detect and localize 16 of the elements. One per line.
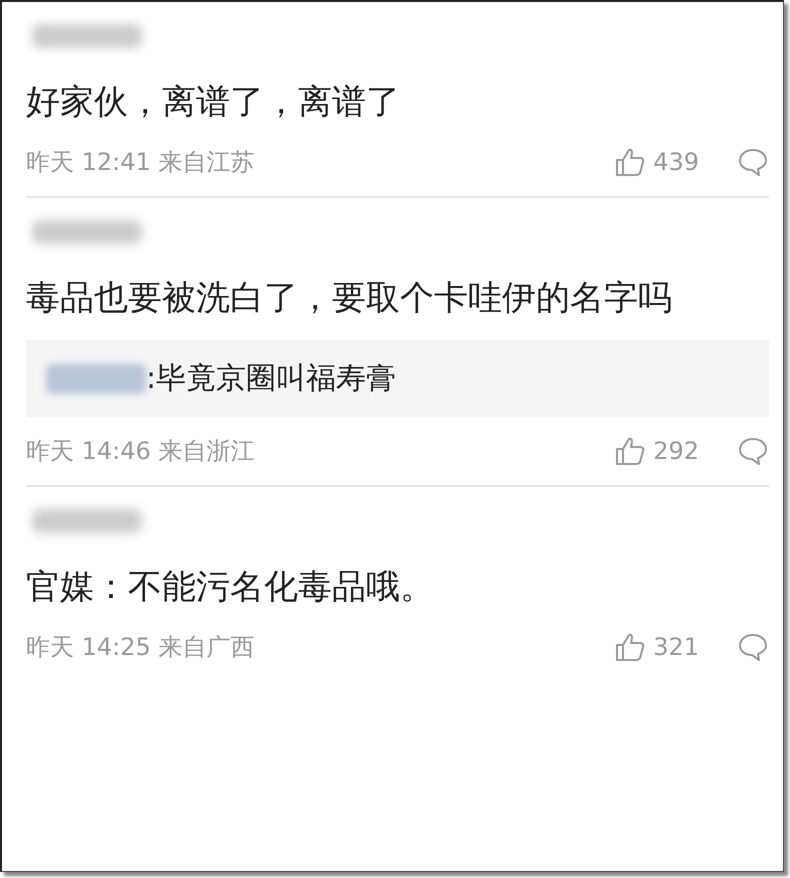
like-count: 321	[653, 633, 699, 661]
comment-text: 好家伙，离谱了，离谱了	[26, 81, 401, 124]
comment-icon[interactable]	[737, 632, 769, 662]
comment-meta: 昨天 14:46 来自浙江	[26, 436, 254, 467]
comment-icon[interactable]	[737, 436, 769, 466]
like-count: 292	[653, 437, 699, 465]
reply-text: :毕竟京圈叫福寿膏	[146, 360, 396, 398]
thumbs-up-icon[interactable]	[615, 147, 646, 177]
comment-icon[interactable]	[737, 147, 769, 177]
thumbs-up-icon[interactable]	[615, 436, 646, 466]
comment-text: 毒品也要被洗白了，要取个卡哇伊的名字吗	[26, 277, 673, 320]
thumbs-up-icon[interactable]	[615, 632, 646, 662]
comment-text: 官媒：不能污名化毒品哦。	[26, 566, 435, 609]
comment-meta: 昨天 14:25 来自广西	[26, 632, 254, 663]
like-count: 439	[653, 148, 699, 176]
comment-meta: 昨天 12:41 来自江苏	[26, 147, 254, 178]
